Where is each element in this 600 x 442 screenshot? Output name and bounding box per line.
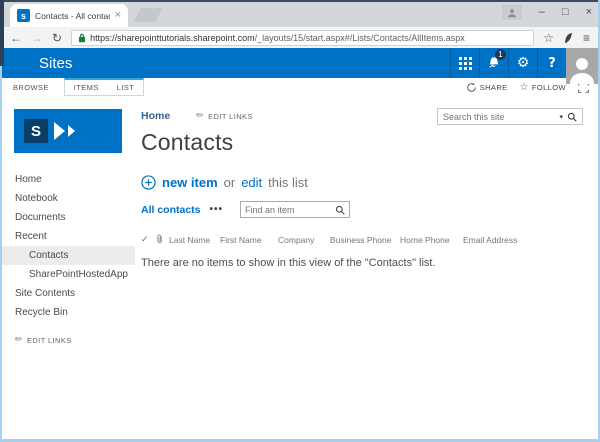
url-text: https://sharepointtutorials.sharepoint.c… xyxy=(90,33,465,43)
suitebar-sites-link[interactable]: Sites xyxy=(2,55,450,72)
reload-icon[interactable]: ↻ xyxy=(52,32,62,44)
sidebar-item-documents[interactable]: Documents xyxy=(2,208,135,227)
attachment-paperclip-icon[interactable] xyxy=(156,233,164,245)
edit-list-link[interactable]: edit xyxy=(241,175,262,190)
sharepoint-site-logo[interactable]: S xyxy=(14,109,122,153)
user-avatar[interactable] xyxy=(566,48,598,84)
sidebar-item-home[interactable]: Home xyxy=(2,170,135,189)
search-scope-dropdown-icon[interactable]: ▾ xyxy=(559,113,563,121)
notification-badge: 1 xyxy=(495,49,506,60)
url-path: /_layouts/15/start.aspx#/Lists/Contacts/… xyxy=(254,32,465,43)
view-ellipsis-button[interactable]: ••• xyxy=(210,204,224,215)
column-header-email-address[interactable]: Email Address xyxy=(463,235,535,245)
browser-tab[interactable]: s Contacts - All contacts × xyxy=(10,4,128,27)
column-header-home-phone[interactable]: Home Phone xyxy=(400,235,463,245)
sidebar-item-recent[interactable]: Recent xyxy=(2,227,135,246)
app-launcher-icon xyxy=(458,56,472,70)
sidebar-item-notebook[interactable]: Notebook xyxy=(2,189,135,208)
site-search-input[interactable] xyxy=(443,111,556,122)
sidebar-item-site-contents[interactable]: Site Contents xyxy=(2,284,135,303)
logo-chevron-icon xyxy=(54,122,65,140)
edit-links-label: EDIT LINKS xyxy=(208,111,253,121)
tab-browse[interactable]: BROWSE xyxy=(2,78,60,96)
new-item-link[interactable]: new item xyxy=(162,175,218,190)
forward-icon[interactable]: → xyxy=(31,32,43,44)
find-search-icon[interactable] xyxy=(335,205,345,215)
ribbon-tab-row: BROWSE ITEMS LIST SHARE ☆ FOLLOW xyxy=(2,78,598,96)
share-button[interactable]: SHARE xyxy=(466,82,508,93)
list-tools-tab-group: ITEMS LIST xyxy=(63,78,145,96)
follow-button[interactable]: ☆ FOLLOW xyxy=(520,82,566,93)
or-text: or xyxy=(223,175,236,190)
pencil-icon: ✏ xyxy=(15,335,23,345)
window-frame-edge xyxy=(0,0,4,66)
search-icon[interactable] xyxy=(567,112,577,122)
tab-items[interactable]: ITEMS xyxy=(65,80,108,95)
sidebar-item-contacts[interactable]: Contacts xyxy=(2,246,135,265)
share-label: SHARE xyxy=(479,82,508,92)
this-list-text: this list xyxy=(268,175,308,190)
browser-window: s Contacts - All contacts × – □ × ← → ↻ xyxy=(0,0,600,442)
pencil-icon: ✏ xyxy=(196,111,205,121)
edit-links-label: EDIT LINKS xyxy=(26,335,72,345)
close-button[interactable]: × xyxy=(586,7,592,18)
back-icon[interactable]: ← xyxy=(10,32,22,44)
column-header-first-name[interactable]: First Name xyxy=(220,235,278,245)
sharepoint-favicon: s xyxy=(17,9,30,22)
gear-icon: ⚙ xyxy=(516,55,530,71)
sidebar-item-recycle-bin[interactable]: Recycle Bin xyxy=(2,303,135,322)
select-all-checkmark-icon[interactable]: ✓ xyxy=(141,235,156,245)
menu-icon[interactable]: ≡ xyxy=(583,32,590,44)
breadcrumb-home-link[interactable]: Home xyxy=(141,110,170,122)
sharepoint-s-icon: S xyxy=(24,119,48,143)
column-header-business-phone[interactable]: Business Phone xyxy=(330,235,400,245)
tab-list[interactable]: LIST xyxy=(108,80,143,95)
column-header-row: ✓ Last Name First Name Company Business … xyxy=(141,233,598,247)
plus-circle-icon[interactable] xyxy=(141,175,156,190)
url-host: https://sharepointtutorials.sharepoint.c… xyxy=(90,32,255,43)
main-content: Home ✏ EDIT LINKS ▾ Contacts xyxy=(135,96,598,439)
find-item-input[interactable] xyxy=(245,204,333,215)
find-item-box xyxy=(240,201,351,218)
empty-list-message: There are no items to show in this view … xyxy=(141,257,436,269)
page-title: Contacts xyxy=(141,129,234,155)
person-icon xyxy=(508,8,516,17)
new-tab-button[interactable] xyxy=(133,8,163,22)
browser-toolbar: ← → ↻ https://sharepointtutorials.sharep… xyxy=(2,27,598,48)
address-bar[interactable]: https://sharepointtutorials.sharepoint.c… xyxy=(71,29,535,46)
sidebar-edit-links-button[interactable]: ✏ EDIT LINKS xyxy=(2,335,135,345)
tab-close-icon[interactable]: × xyxy=(115,10,121,21)
notifications-button[interactable]: 1 xyxy=(479,48,508,78)
person-silhouette-icon xyxy=(570,58,594,84)
suite-bar: Sites 1 ⚙ ? xyxy=(2,48,598,84)
share-icon xyxy=(466,82,476,92)
bookmark-star-icon[interactable]: ☆ xyxy=(543,32,554,44)
browser-profile-icon[interactable] xyxy=(501,5,522,20)
extension-icon[interactable] xyxy=(563,32,574,44)
maximize-button[interactable]: □ xyxy=(562,7,569,18)
view-all-contacts-link[interactable]: All contacts xyxy=(141,204,201,216)
page-body: S Home Notebook Documents Recent Contact… xyxy=(2,96,598,439)
help-button[interactable]: ? xyxy=(537,48,566,78)
follow-star-icon: ☆ xyxy=(519,81,529,93)
logo-chevron-small-icon xyxy=(68,125,75,137)
help-icon: ? xyxy=(548,55,556,71)
lock-icon xyxy=(78,33,86,42)
quick-launch-sidebar: S Home Notebook Documents Recent Contact… xyxy=(2,96,135,439)
follow-label: FOLLOW xyxy=(531,82,566,92)
column-header-company[interactable]: Company xyxy=(278,235,330,245)
browser-tab-strip: s Contacts - All contacts × – □ × xyxy=(2,0,598,27)
new-item-row: new item or edit this list xyxy=(141,175,598,190)
sidebar-nav: Home Notebook Documents Recent Contacts … xyxy=(2,170,135,322)
sidebar-item-sharepointhostedapp[interactable]: SharePointHostedApp xyxy=(2,265,135,284)
site-search-box: ▾ xyxy=(437,108,583,125)
minimize-button[interactable]: – xyxy=(539,7,545,18)
settings-button[interactable]: ⚙ xyxy=(508,48,537,78)
top-edit-links-button[interactable]: ✏ EDIT LINKS xyxy=(196,111,253,121)
app-launcher-button[interactable] xyxy=(450,48,479,78)
column-header-last-name[interactable]: Last Name xyxy=(169,235,220,245)
views-row: All contacts ••• xyxy=(141,201,598,218)
tab-title: Contacts - All contacts xyxy=(35,10,110,21)
